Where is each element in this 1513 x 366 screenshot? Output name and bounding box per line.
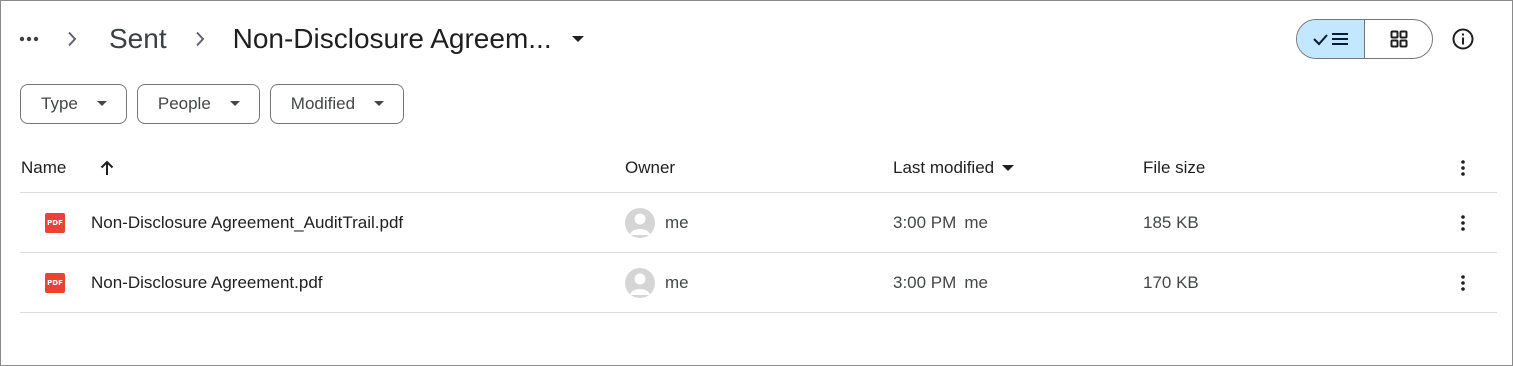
caret-down-icon: [96, 98, 108, 110]
view-toggle: [1296, 19, 1433, 59]
grid-view-button[interactable]: [1365, 20, 1432, 58]
header-name[interactable]: Name: [21, 158, 66, 178]
more-vert-icon[interactable]: [1452, 212, 1474, 234]
caret-down-icon: [229, 98, 241, 110]
table-row[interactable]: PDF Non-Disclosure Agreement.pdf me 3:00…: [20, 253, 1497, 313]
grid-icon: [1390, 30, 1407, 48]
modified-cell: 3:00 PM me: [893, 213, 988, 233]
breadcrumb: Sent Non-Disclosure Agreem...: [15, 19, 592, 59]
avatar: [625, 207, 655, 238]
filter-chips: Type People Modified: [20, 84, 405, 124]
modified-cell: 3:00 PM me: [893, 273, 988, 293]
info-icon[interactable]: [1449, 25, 1477, 53]
owner-cell: me: [625, 207, 689, 238]
header-file-size[interactable]: File size: [1143, 158, 1205, 178]
more-vert-icon[interactable]: [1452, 272, 1474, 294]
more-horizontal-icon[interactable]: [15, 25, 43, 53]
modified-by: me: [964, 212, 988, 232]
more-vert-icon[interactable]: [1452, 157, 1474, 179]
pdf-icon: PDF: [45, 212, 65, 233]
file-name-cell: PDF Non-Disclosure Agreement.pdf: [45, 272, 323, 293]
breadcrumb-current-folder[interactable]: Non-Disclosure Agreem...: [229, 23, 592, 55]
file-name: Non-Disclosure Agreement_AuditTrail.pdf: [91, 212, 404, 232]
modified-by: me: [964, 272, 988, 292]
arrow-up-icon[interactable]: [97, 158, 117, 178]
avatar: [625, 267, 655, 298]
breadcrumb-sent[interactable]: Sent: [105, 23, 171, 55]
header-last-modified-label: Last modified: [893, 158, 995, 177]
file-table: Name Owner Last modified File size PDF N…: [20, 144, 1497, 313]
filter-modified-chip[interactable]: Modified: [269, 84, 405, 124]
table-row[interactable]: PDF Non-Disclosure Agreement_AuditTrail.…: [20, 193, 1497, 253]
file-size: 185 KB: [1143, 212, 1199, 232]
owner-name: me: [665, 212, 689, 232]
filter-people-label: People: [157, 94, 211, 113]
filter-type-chip[interactable]: Type: [20, 84, 127, 124]
owner-name: me: [665, 272, 689, 292]
caret-down-icon: [373, 98, 385, 110]
filter-modified-label: Modified: [290, 94, 356, 113]
list-view-button[interactable]: [1297, 20, 1365, 58]
modified-time: 3:00 PM: [893, 212, 957, 232]
caret-down-icon: [1002, 162, 1015, 174]
header-last-modified[interactable]: Last modified: [893, 158, 1015, 178]
table-header: Name Owner Last modified File size: [20, 144, 1497, 193]
header-owner[interactable]: Owner: [625, 158, 675, 178]
pdf-icon: PDF: [45, 272, 65, 293]
filter-people-chip[interactable]: People: [136, 84, 260, 124]
chevron-right-icon: [61, 28, 83, 50]
drive-window: Sent Non-Disclosure Agreem... Type Peopl…: [0, 0, 1513, 366]
file-name-cell: PDF Non-Disclosure Agreement_AuditTrail.…: [45, 212, 404, 233]
file-name: Non-Disclosure Agreement.pdf: [91, 272, 323, 292]
modified-time: 3:00 PM: [893, 272, 957, 292]
filter-type-label: Type: [41, 94, 78, 113]
breadcrumb-current-label: Non-Disclosure Agreem...: [232, 23, 552, 54]
chevron-right-icon: [189, 28, 211, 50]
owner-cell: me: [625, 267, 689, 298]
file-size: 170 KB: [1143, 272, 1199, 292]
check-list-icon: [1312, 33, 1348, 46]
caret-down-icon: [568, 29, 588, 49]
